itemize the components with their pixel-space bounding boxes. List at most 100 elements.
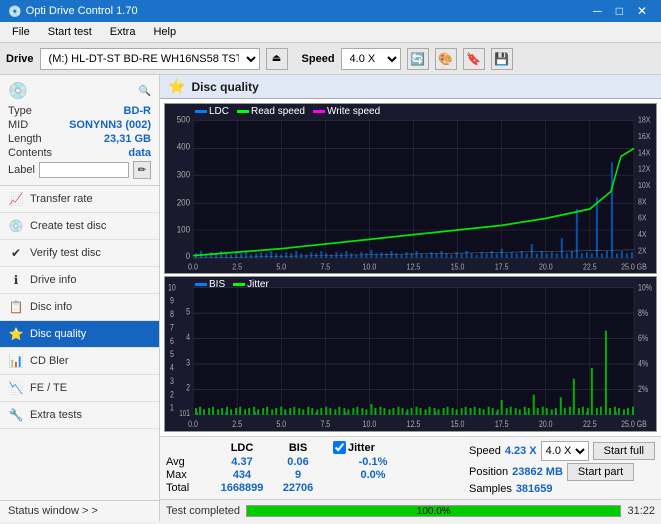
ldc-chart: LDC Read speed Write speed [164, 103, 657, 274]
legend-bis: BIS [195, 279, 225, 290]
svg-text:12.5: 12.5 [407, 262, 421, 272]
disc-type-row: Type BD-R [8, 105, 151, 117]
content-header: ⭐ Disc quality [160, 75, 661, 99]
content-header-icon: ⭐ [168, 78, 185, 95]
contents-label: Contents [8, 147, 52, 159]
nav-create-test-disc-label: Create test disc [30, 220, 106, 232]
legend-jitter: Jitter [233, 279, 269, 290]
disc-quality-icon: ⭐ [8, 326, 24, 342]
speed-stat-select[interactable]: 4.0 X [541, 441, 589, 461]
content-header-title: Disc quality [191, 80, 258, 94]
toolbar-icon-2[interactable]: 🎨 [435, 48, 457, 70]
svg-text:2: 2 [186, 383, 190, 393]
avg-jitter: -0.1% [333, 456, 413, 468]
speed-select[interactable]: 4.0 X [341, 48, 401, 70]
menu-extra[interactable]: Extra [102, 24, 144, 40]
status-window-button[interactable]: Status window > > [0, 500, 159, 521]
toolbar-icon-3[interactable]: 🔖 [463, 48, 485, 70]
nav-verify-test-disc[interactable]: ✔ Verify test disc [0, 240, 159, 267]
svg-text:2.5: 2.5 [232, 419, 242, 429]
svg-text:20.0: 20.0 [539, 262, 553, 272]
nav-fe-te-label: FE / TE [30, 382, 67, 394]
stats-table: LDC BIS Jitter Avg 4.37 0.06 [166, 441, 469, 494]
type-value: BD-R [124, 105, 152, 117]
svg-text:2%: 2% [638, 384, 649, 394]
verify-test-disc-icon: ✔ [8, 245, 24, 261]
svg-text:6%: 6% [638, 333, 649, 343]
menu-file[interactable]: File [4, 24, 38, 40]
chart1-legend: LDC Read speed Write speed [195, 106, 380, 117]
start-full-button[interactable]: Start full [593, 442, 655, 460]
write-speed-color [313, 110, 325, 113]
legend-jitter-label: Jitter [247, 279, 269, 290]
eject-button[interactable]: ⏏ [266, 48, 288, 70]
nav-disc-quality[interactable]: ⭐ Disc quality [0, 321, 159, 348]
length-label: Length [8, 133, 42, 145]
label-input[interactable] [39, 162, 129, 178]
nav-fe-te[interactable]: 📉 FE / TE [0, 375, 159, 402]
chart2-svg: 1 2 3 4 5 10 10 9 8 7 6 5 4 3 2 1 [165, 277, 656, 431]
svg-text:8X: 8X [638, 197, 647, 207]
transfer-rate-icon: 📈 [8, 191, 24, 207]
nav-drive-info[interactable]: ℹ Drive info [0, 267, 159, 294]
drive-label: Drive [6, 53, 34, 65]
toolbar-icon-1[interactable]: 🔄 [407, 48, 429, 70]
avg-ldc: 4.37 [211, 456, 273, 468]
start-part-button[interactable]: Start part [567, 463, 634, 481]
nav-disc-info-label: Disc info [30, 301, 72, 313]
nav-transfer-rate[interactable]: 📈 Transfer rate [0, 186, 159, 213]
speed-label: Speed [302, 53, 335, 65]
svg-text:7.5: 7.5 [320, 262, 330, 272]
speed-stat-label: Speed [469, 445, 501, 457]
toolbar-icon-4[interactable]: 💾 [491, 48, 513, 70]
stats-total-row: Total 1668899 22706 [166, 482, 469, 494]
minimize-button[interactable]: ─ [587, 3, 608, 19]
maximize-button[interactable]: □ [610, 3, 629, 19]
app-icon: 💿 [8, 5, 22, 18]
svg-text:10.0: 10.0 [363, 262, 377, 272]
nav-extra-tests-label: Extra tests [30, 409, 82, 421]
svg-text:22.5: 22.5 [583, 419, 597, 429]
max-jitter: 0.0% [333, 469, 413, 481]
main-layout: 💿 🔍 Type BD-R MID SONYNN3 (002) Length 2… [0, 75, 661, 521]
svg-text:7: 7 [170, 323, 174, 333]
position-value: 23862 MB [512, 466, 563, 478]
svg-text:5: 5 [170, 350, 174, 360]
close-button[interactable]: ✕ [631, 3, 653, 19]
svg-text:15.0: 15.0 [451, 262, 465, 272]
svg-text:10.0: 10.0 [363, 419, 377, 429]
nav-disc-info[interactable]: 📋 Disc info [0, 294, 159, 321]
disc-label-row: Label ✏ [8, 161, 151, 179]
svg-text:4%: 4% [638, 359, 649, 369]
svg-text:9: 9 [170, 296, 174, 306]
svg-text:500: 500 [177, 114, 191, 125]
drive-select[interactable]: (M:) HL-DT-ST BD-RE WH16NS58 TST4 [40, 48, 260, 70]
menu-start-test[interactable]: Start test [40, 24, 100, 40]
progress-bar: 100.0% [246, 505, 621, 517]
ldc-color [195, 110, 207, 113]
svg-text:8: 8 [170, 309, 174, 319]
svg-text:10: 10 [179, 409, 186, 418]
titlebar-title: 💿 Opti Drive Control 1.70 [8, 5, 138, 18]
nav-extra-tests[interactable]: 🔧 Extra tests [0, 402, 159, 429]
mid-label: MID [8, 119, 28, 131]
svg-text:12X: 12X [638, 164, 650, 174]
total-ldc: 1668899 [211, 482, 273, 494]
svg-text:6: 6 [170, 336, 174, 346]
extra-tests-icon: 🔧 [8, 407, 24, 423]
label-edit-button[interactable]: ✏ [133, 161, 151, 179]
stats-right: Speed 4.23 X 4.0 X Start full Position 2… [469, 441, 655, 495]
time-text: 31:22 [627, 505, 655, 517]
svg-text:100: 100 [177, 224, 191, 235]
nav-drive-info-label: Drive info [30, 274, 76, 286]
bis-chart: BIS Jitter [164, 276, 657, 432]
svg-text:6X: 6X [638, 213, 647, 223]
nav-create-test-disc[interactable]: 💿 Create test disc [0, 213, 159, 240]
nav-cd-bler[interactable]: 📊 CD Bler [0, 348, 159, 375]
svg-text:5.0: 5.0 [276, 419, 286, 429]
disc-info-icon: 📋 [8, 299, 24, 315]
position-row: Position 23862 MB Start part [469, 463, 655, 481]
menu-help[interactable]: Help [145, 24, 184, 40]
jitter-checkbox[interactable] [333, 441, 346, 454]
jitter-header: Jitter [348, 442, 375, 454]
